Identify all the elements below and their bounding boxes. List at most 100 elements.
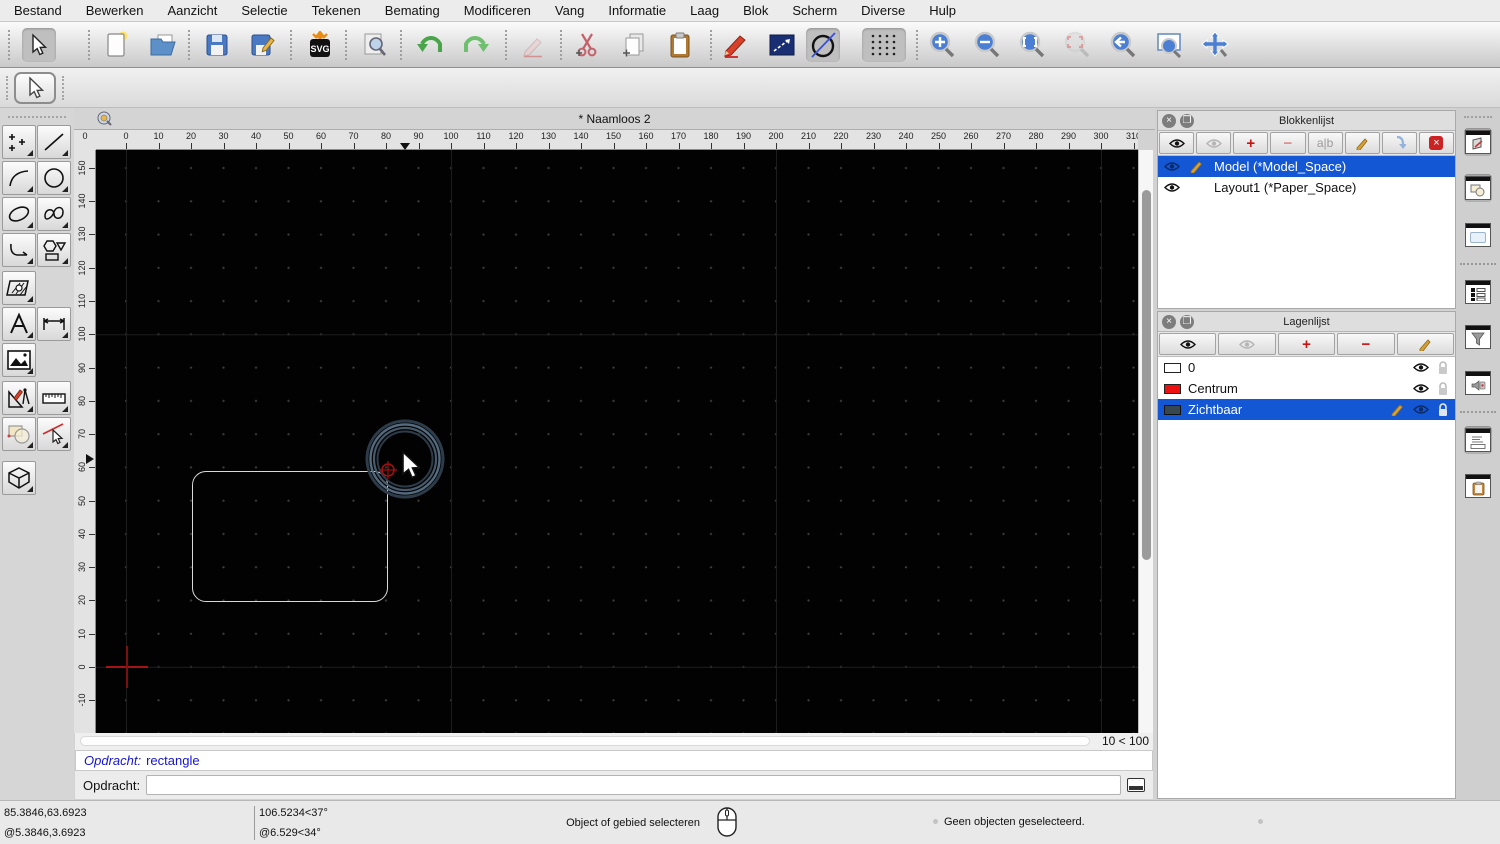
pan-button[interactable] [1198, 28, 1232, 62]
text-tool-button[interactable] [2, 307, 36, 341]
block-hide-all-button[interactable] [1196, 132, 1232, 154]
close-icon[interactable]: × [1162, 114, 1176, 128]
block-add-button[interactable]: + [1233, 132, 1269, 154]
undo-button[interactable] [413, 28, 447, 62]
menu-diverse[interactable]: Diverse [861, 3, 905, 18]
layer-color-swatch[interactable] [1164, 404, 1181, 415]
isometric-ellipse-button[interactable] [806, 28, 840, 62]
menu-bemating[interactable]: Bemating [385, 3, 440, 18]
select-entity-tool-button[interactable] [37, 417, 71, 451]
menu-vang[interactable]: Vang [555, 3, 584, 18]
select-arrow-button[interactable] [22, 28, 56, 62]
command-keyboard-toggle-button[interactable] [1127, 778, 1146, 792]
arc-tool-button[interactable] [2, 161, 36, 195]
document-title-bar[interactable]: * Naamloos 2 [74, 108, 1155, 130]
block-row-layout1[interactable]: Layout1 (*Paper_Space) [1158, 177, 1455, 198]
measure-tool-button[interactable] [37, 381, 71, 415]
layer-row-centrum[interactable]: Centrum [1158, 378, 1455, 399]
layer-list-toggle[interactable] [1464, 278, 1492, 306]
block-remove-button[interactable]: − [1270, 132, 1306, 154]
lock-icon[interactable] [1437, 381, 1449, 396]
block-list-toggle[interactable] [1464, 174, 1492, 202]
menu-modificeren[interactable]: Modificeren [464, 3, 531, 18]
menu-laag[interactable]: Laag [690, 3, 719, 18]
command-input[interactable] [146, 775, 1122, 795]
clipboard-panel-toggle[interactable] [1464, 472, 1492, 500]
menu-informatie[interactable]: Informatie [608, 3, 666, 18]
cut-button[interactable] [570, 28, 604, 62]
drawing-canvas[interactable] [96, 150, 1138, 733]
lock-icon[interactable] [1437, 360, 1449, 375]
layer-color-swatch[interactable] [1164, 383, 1181, 394]
erase-button[interactable] [516, 28, 550, 62]
modify-tool-button[interactable] [2, 417, 36, 451]
drawn-rounded-rectangle[interactable] [192, 471, 388, 602]
shapes-tool-button[interactable] [37, 233, 71, 267]
pen-settings-toggle[interactable] [1464, 369, 1492, 397]
grid-toggle-button[interactable] [862, 28, 906, 62]
menu-selectie[interactable]: Selectie [241, 3, 287, 18]
block-row-model[interactable]: Model (*Model_Space) [1158, 156, 1455, 177]
layer-add-button[interactable]: + [1277, 333, 1336, 355]
command-line-toggle[interactable] [1464, 426, 1492, 454]
block-edit-button[interactable] [1344, 132, 1380, 154]
line-tool-button[interactable] [37, 125, 71, 159]
save-as-button[interactable] [246, 28, 280, 62]
horizontal-scrollbar-thumb[interactable] [80, 736, 1090, 746]
zoom-window-button[interactable] [1152, 28, 1186, 62]
print-preview-button[interactable] [357, 28, 391, 62]
zoom-in-button[interactable] [925, 28, 959, 62]
spline-tool-button[interactable] [37, 197, 71, 231]
image-tool-button[interactable] [2, 343, 36, 377]
library-browser-toggle[interactable] [1464, 128, 1492, 156]
copy-button[interactable] [617, 28, 651, 62]
menu-hulp[interactable]: Hulp [929, 3, 956, 18]
layer-remove-button[interactable]: − [1337, 333, 1395, 355]
dock-drag-handle[interactable] [1464, 116, 1492, 118]
menu-scherm[interactable]: Scherm [792, 3, 837, 18]
layer-color-swatch[interactable] [1164, 362, 1181, 373]
pen-edit-button[interactable] [719, 28, 753, 62]
select-tool-button[interactable] [14, 72, 56, 104]
hatch-tool-button[interactable] [2, 271, 36, 305]
menu-tekenen[interactable]: Tekenen [312, 3, 361, 18]
zoom-previous-button[interactable] [1106, 28, 1140, 62]
draw-order-button[interactable] [765, 28, 799, 62]
selection-filter-toggle[interactable] [1464, 323, 1492, 351]
save-button[interactable] [200, 28, 234, 62]
menu-bestand[interactable]: Bestand [14, 3, 62, 18]
lock-icon[interactable] [1437, 402, 1449, 417]
layer-edit-button[interactable] [1396, 333, 1455, 355]
eye-icon[interactable] [1413, 362, 1429, 373]
eye-icon[interactable] [1164, 182, 1180, 193]
block-delete-button[interactable]: × [1418, 132, 1454, 154]
menu-aanzicht[interactable]: Aanzicht [168, 3, 218, 18]
new-file-button[interactable] [100, 28, 134, 62]
cad-tools-button[interactable] [2, 381, 36, 415]
circle-tool-button[interactable] [37, 161, 71, 195]
preview-panel-toggle[interactable] [1464, 221, 1492, 249]
svg-export-button[interactable]: SVG [303, 28, 337, 62]
zoom-selected-button[interactable] [1060, 28, 1094, 62]
block-rename-button[interactable]: a|b [1307, 132, 1343, 154]
dimension-tool-button[interactable] [37, 307, 71, 341]
vertical-scrollbar[interactable] [1138, 150, 1153, 733]
zoom-auto-button[interactable] [1015, 28, 1049, 62]
solid-3d-tool-button[interactable] [2, 461, 36, 495]
zoom-out-button[interactable] [970, 28, 1004, 62]
eye-icon[interactable] [1413, 383, 1429, 394]
menu-bewerken[interactable]: Bewerken [86, 3, 144, 18]
points-tool-button[interactable] [2, 125, 36, 159]
vertical-scrollbar-thumb[interactable] [1142, 190, 1151, 560]
block-insert-button[interactable] [1381, 132, 1417, 154]
ellipse-tool-button[interactable] [2, 197, 36, 231]
open-file-button[interactable] [146, 28, 180, 62]
layer-row-zichtbaar[interactable]: Zichtbaar [1158, 399, 1455, 420]
close-icon[interactable]: × [1162, 315, 1176, 329]
layer-row-0[interactable]: 0 [1158, 357, 1455, 378]
undock-icon[interactable]: ❐ [1180, 315, 1194, 329]
paste-button[interactable] [663, 28, 697, 62]
undock-icon[interactable]: ❐ [1180, 114, 1194, 128]
redo-button[interactable] [459, 28, 493, 62]
polyline-tool-button[interactable] [2, 233, 36, 267]
